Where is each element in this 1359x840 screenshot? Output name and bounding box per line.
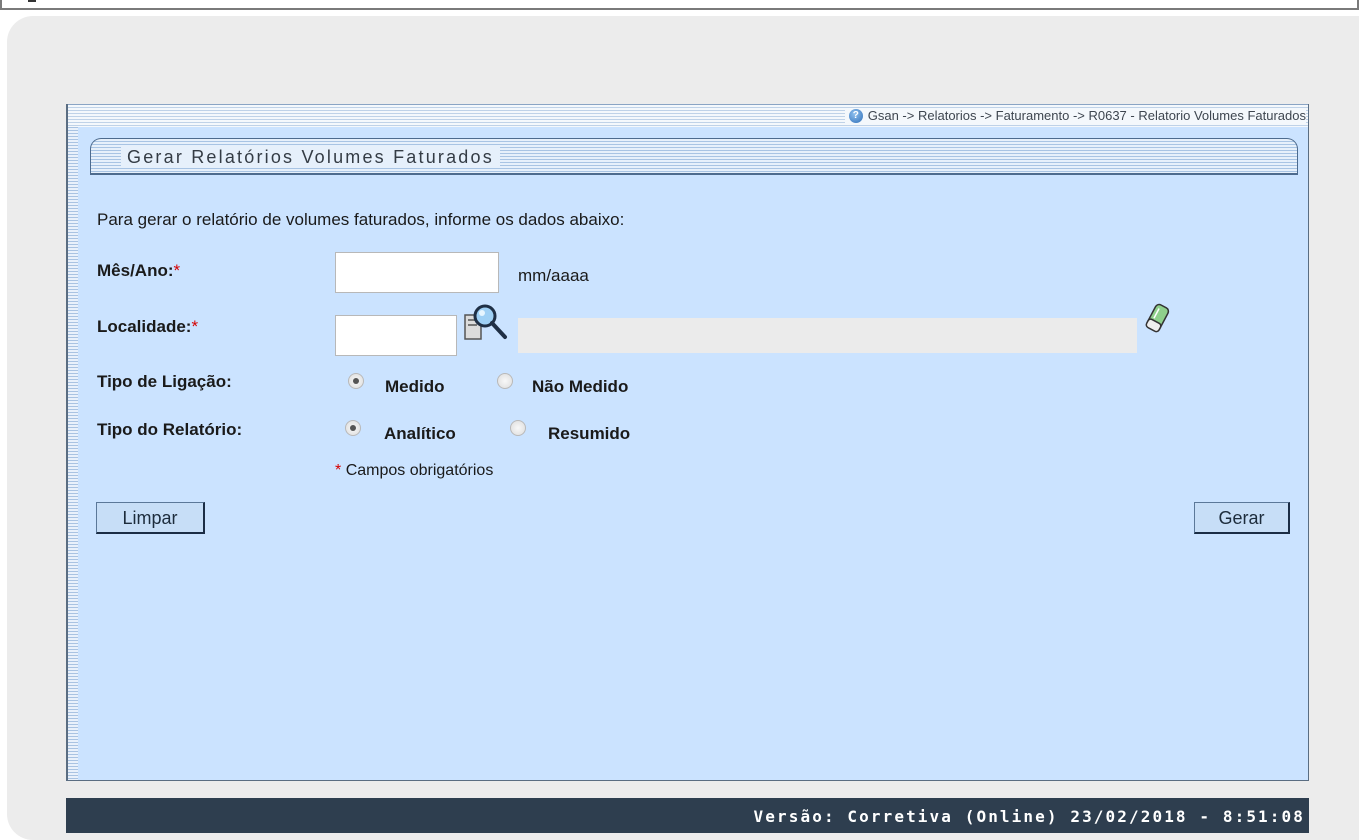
instructions-text: Para gerar o relatório de volumes fatura… xyxy=(97,210,625,229)
required-mark: * xyxy=(173,261,181,280)
magnifier-search-icon[interactable] xyxy=(463,303,511,343)
radio-analitico-label: Analítico xyxy=(384,424,456,443)
eraser-icon[interactable] xyxy=(1143,302,1171,340)
tipo-relatorio-label: Tipo do Relatório: xyxy=(97,420,243,439)
mes-ano-format-hint: mm/aaaa xyxy=(518,266,589,285)
localidade-label: Localidade:* xyxy=(97,317,198,337)
tipo-ligacao-label: Tipo de Ligação: xyxy=(97,372,232,391)
gsan-panel: ? Gsan -> Relatorios -> Faturamento -> R… xyxy=(66,104,1309,781)
help-icon[interactable]: ? xyxy=(848,108,863,123)
version-text: Versão: Corretiva (Online) 23/02/2018 - … xyxy=(753,807,1305,826)
required-note-mark: * xyxy=(335,462,342,479)
radio-resumido[interactable] xyxy=(510,420,526,436)
version-footer: Versão: Corretiva (Online) 23/02/2018 - … xyxy=(66,798,1309,833)
localidade-label-text: Localidade: xyxy=(97,317,192,336)
radio-nao-medido[interactable] xyxy=(497,373,513,389)
required-mark: * xyxy=(191,317,199,336)
page-title: Gerar Relatórios Volumes Faturados xyxy=(121,147,500,168)
top-frame-stub xyxy=(28,0,36,2)
required-fields-note: * Campos obrigatórios xyxy=(335,462,493,480)
generate-button[interactable]: Gerar xyxy=(1194,502,1290,534)
radio-medido[interactable] xyxy=(348,373,364,389)
radio-nao-medido-label: Não Medido xyxy=(532,377,629,396)
radio-resumido-label: Resumido xyxy=(548,424,631,443)
clear-button[interactable]: Limpar xyxy=(96,502,205,534)
localidade-description-field xyxy=(518,318,1137,353)
mes-ano-label: Mês/Ano:* xyxy=(97,261,180,281)
radio-medido-label: Medido xyxy=(385,377,445,396)
radio-analitico[interactable] xyxy=(345,420,361,436)
page-title-tab: Gerar Relatórios Volumes Faturados xyxy=(90,138,1298,175)
breadcrumb: ? Gsan -> Relatorios -> Faturamento -> R… xyxy=(844,108,1306,123)
localidade-code-input[interactable] xyxy=(335,315,457,356)
mes-ano-input[interactable] xyxy=(335,252,499,293)
mes-ano-label-text: Mês/Ano: xyxy=(97,261,174,280)
required-note-text: Campos obrigatórios xyxy=(345,462,494,479)
breadcrumb-bar: ? Gsan -> Relatorios -> Faturamento -> R… xyxy=(68,104,1308,127)
top-window-frame xyxy=(0,0,1359,10)
breadcrumb-text: Gsan -> Relatorios -> Faturamento -> R06… xyxy=(867,108,1306,123)
